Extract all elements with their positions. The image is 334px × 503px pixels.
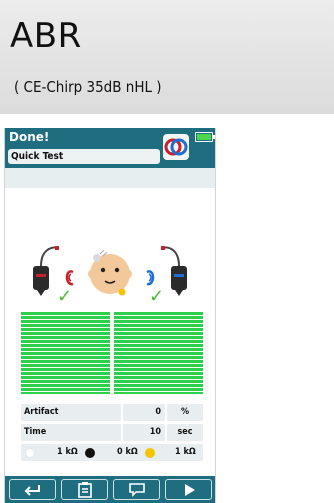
device-header: Done! Quick Test [5,128,215,168]
impedance-right: 1 kΩ [175,447,196,457]
test-name-field[interactable]: Quick Test [8,149,160,164]
status-text: Done! [9,130,50,144]
left-electrode-dot-icon [25,448,35,458]
impedance-left: 1 kΩ [57,447,78,457]
time-unit: sec [167,424,203,441]
device-screen: Done! Quick Test ✓ ✓ Artifact 0 % Time 1… [4,128,216,503]
impedance-row: 1 kΩ 0 kΩ 1 kΩ [21,444,203,461]
comment-icon [128,483,145,497]
stats-table: Artifact 0 % Time 10 sec 1 kΩ 0 kΩ 1 kΩ [21,404,203,464]
report-button[interactable] [61,479,108,500]
time-value: 10 [123,424,165,441]
title-card: ABR ( CE-Chirp 35dB nHL ) [0,0,334,114]
artifact-unit: % [167,404,203,421]
left-response-bar [21,312,110,394]
artifact-value: 0 [123,404,165,421]
results-row: ✓ ✓ [5,286,215,307]
artifact-row: Artifact 0 % [21,404,203,421]
title-abr: ABR [10,16,82,56]
play-icon [184,483,195,496]
play-button[interactable] [165,479,212,500]
footer-toolbar [5,476,215,503]
back-button[interactable] [9,479,56,500]
artifact-label: Artifact [21,404,121,421]
response-bars [21,312,203,394]
patient-illustration [33,246,187,296]
impedance-ground: 0 kΩ [117,447,138,457]
time-row: Time 10 sec [21,424,203,441]
logo-icon[interactable] [162,133,190,161]
right-ear-icon [146,270,155,286]
time-label: Time [21,424,121,441]
right-response-bar [114,312,203,394]
right-electrode-dot-icon [145,448,155,458]
right-pass-check-icon: ✓ [149,286,165,307]
info-bar [5,168,215,188]
back-arrow-icon [24,484,40,496]
ground-electrode-dot-icon [85,448,95,458]
comment-button[interactable] [113,479,160,500]
left-ear-icon [65,270,74,286]
clipboard-icon [77,482,92,498]
battery-icon [195,132,215,142]
title-stimulus: ( CE-Chirp 35dB nHL ) [14,78,162,96]
left-pass-check-icon: ✓ [57,286,73,307]
